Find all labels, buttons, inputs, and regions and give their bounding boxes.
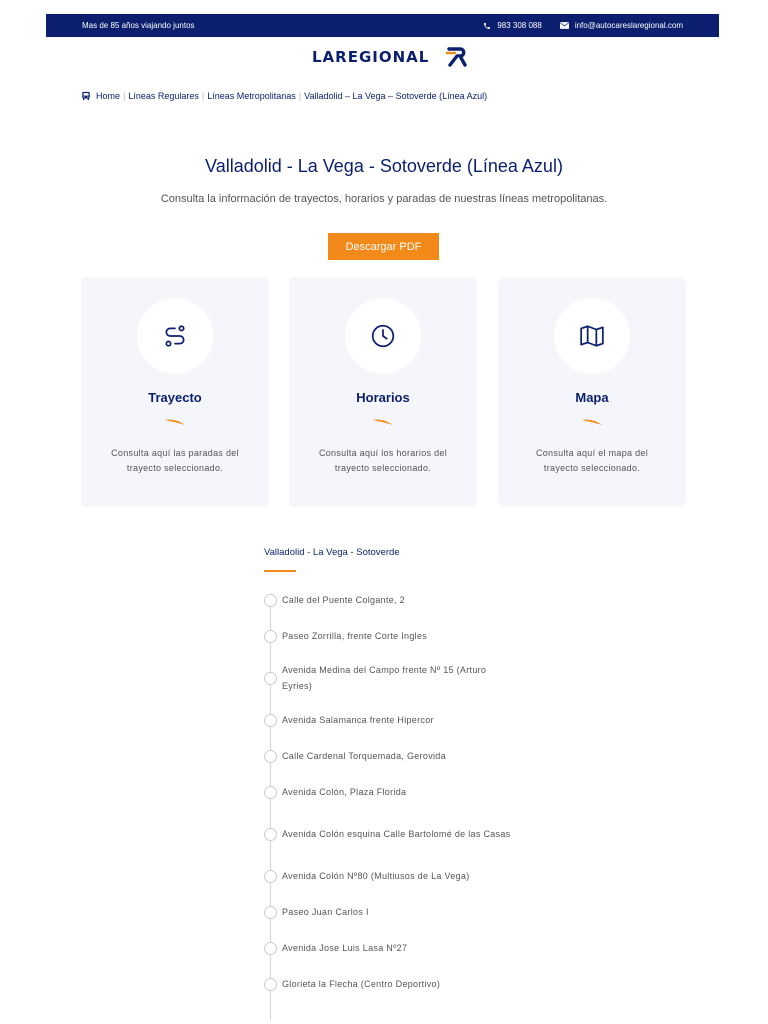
- breadcrumb-lineas-metropolitanas[interactable]: Líneas Metropolitanas: [207, 91, 296, 101]
- icon-circle: [554, 298, 630, 374]
- card-title: Trayecto: [148, 390, 202, 405]
- breadcrumb-lineas-regulares[interactable]: Líneas Regulares: [128, 91, 199, 101]
- stop-item: Glorieta la Flecha (Centro Deportivo): [263, 974, 513, 994]
- email-link[interactable]: info@autocareslaregional.com: [559, 21, 683, 30]
- page-title: Valladolid - La Vega - Sotoverde (Línea …: [205, 156, 563, 176]
- stop-item: Paseo Juan Carlos I: [263, 902, 513, 922]
- phone-link[interactable]: 983 308 088: [483, 21, 542, 30]
- stop-dot: [264, 977, 277, 991]
- route-title: Valladolid - La Vega - Sotoverde: [264, 547, 400, 558]
- stop-item: Avenida Jose Luis Lasa Nº27: [263, 938, 513, 958]
- site-logo[interactable]: LAREGIONAL: [312, 44, 468, 70]
- stop-item: Avenida Colón Nº80 (Multiusos de La Vega…: [263, 866, 513, 886]
- card-mapa[interactable]: Mapa Consulta aquí el mapa del trayecto …: [498, 277, 686, 507]
- breadcrumb-home[interactable]: Home: [96, 91, 120, 101]
- card-trayecto[interactable]: Trayecto Consulta aquí las paradas del t…: [81, 277, 269, 507]
- icon-circle: [137, 298, 213, 374]
- stop-label: Calle Cardenal Torquemada, Gerovida: [282, 751, 446, 761]
- stop-dot: [264, 749, 277, 763]
- phone-number: 983 308 088: [497, 21, 542, 30]
- stop-item: Avenida Colón esquina Calle Bartolomé de…: [263, 818, 513, 850]
- route-icon: [165, 325, 185, 347]
- stop-dot: [264, 593, 277, 607]
- stop-item: Avenida Salamanca frente Hipercor: [263, 710, 513, 730]
- breadcrumb: Home | Líneas Regulares | Líneas Metropo…: [81, 91, 487, 101]
- stop-dot: [264, 941, 277, 955]
- stop-item: Avenida Colón, Plaza Florida: [263, 782, 513, 802]
- icon-circle: [345, 298, 421, 374]
- phone-icon: [484, 22, 491, 29]
- tagline: Mas de 85 años viajando juntos: [82, 21, 195, 30]
- card-title: Mapa: [575, 390, 609, 405]
- page-subtitle: Consulta la información de trayectos, ho…: [160, 193, 608, 205]
- orange-swoosh-icon: [165, 419, 185, 425]
- breadcrumb-separator: |: [123, 91, 126, 101]
- stop-dot: [264, 905, 277, 919]
- envelope-icon: [559, 22, 569, 29]
- orange-swoosh-icon: [582, 419, 602, 425]
- top-bar: Mas de 85 años viajando juntos 983 308 0…: [46, 14, 719, 37]
- stop-label: Avenida Jose Luis Lasa Nº27: [282, 943, 408, 953]
- stops-list: Calle del Puente Colgante, 2 Paseo Zorri…: [263, 590, 513, 1020]
- stop-item: Avenida Medina del Campo frente Nº 15 (A…: [263, 662, 513, 694]
- stop-dot: [264, 629, 277, 643]
- card-description: Consulta aquí el mapa del trayecto selec…: [535, 448, 649, 473]
- breadcrumb-current: Valladolid – La Vega – Sotoverde (Línea …: [304, 91, 488, 101]
- stop-dot: [264, 713, 277, 727]
- stop-label: Glorieta la Flecha (Centro Deportivo): [282, 979, 441, 989]
- stop-label: Avenida Colón Nº80 (Multiusos de La Vega…: [282, 871, 470, 881]
- card-description: Consulta aquí los horarios del trayecto …: [318, 448, 448, 473]
- card-horarios[interactable]: Horarios Consulta aquí los horarios del …: [289, 277, 477, 507]
- orange-swoosh-icon: [373, 419, 393, 425]
- stop-label: Paseo Juan Carlos I: [282, 907, 369, 917]
- stop-dot: [264, 827, 277, 841]
- stop-label: Avenida Salamanca frente Hipercor: [282, 715, 434, 725]
- stop-label: Paseo Zorrilla, frente Corte Ingles: [282, 631, 428, 641]
- stop-label: Avenida Colón, Plaza Florida: [282, 787, 407, 797]
- stop-dot: [264, 671, 277, 685]
- clock-icon: [371, 324, 395, 348]
- breadcrumb-separator: |: [201, 91, 205, 101]
- card-title: Horarios: [356, 390, 410, 405]
- card-description: Consulta aquí las paradas del trayecto s…: [111, 448, 239, 473]
- map-icon: [580, 325, 604, 347]
- stop-item: Calle Cardenal Torquemada, Gerovida: [263, 746, 513, 766]
- logo-wordmark: LAREGIONAL: [312, 48, 430, 66]
- stop-label: Calle del Puente Colgante, 2: [282, 595, 405, 605]
- logo-r-icon: [446, 47, 468, 67]
- route-title-underline: [264, 570, 296, 572]
- stop-dot: [264, 869, 277, 883]
- stop-item: Calle del Puente Colgante, 2: [263, 590, 513, 610]
- stop-dot: [264, 785, 277, 799]
- download-pdf-button[interactable]: Descargar PDF: [328, 233, 439, 260]
- stop-label: Avenida Medina del Campo frente Nº 15 (A…: [282, 665, 487, 691]
- email-address: info@autocareslaregional.com: [574, 21, 683, 30]
- bus-icon: [82, 91, 90, 101]
- stop-item: Paseo Zorrilla, frente Corte Ingles: [263, 626, 513, 646]
- stop-label: Avenida Colón esquina Calle Bartolomé de…: [282, 829, 511, 839]
- breadcrumb-separator: |: [298, 91, 302, 101]
